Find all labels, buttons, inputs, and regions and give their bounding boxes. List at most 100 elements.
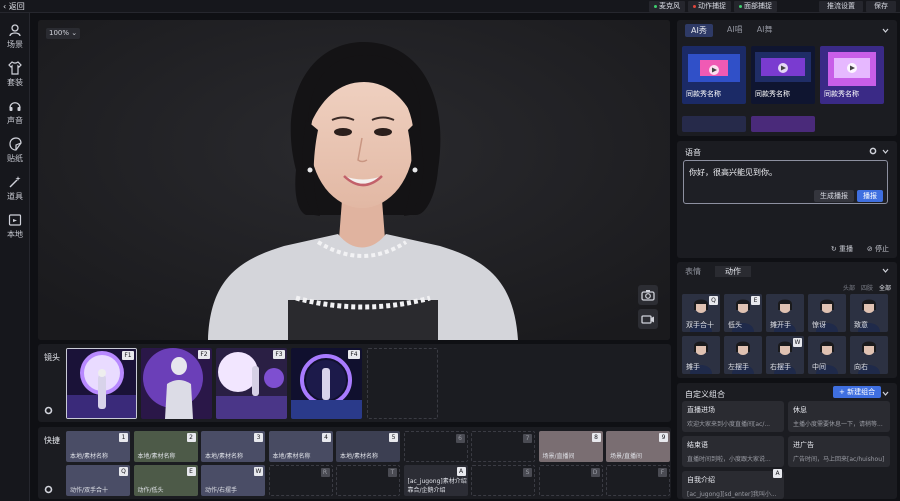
combo-item[interactable]: 进广告 广告时间，马上回来[ac/huishou] <box>788 436 890 467</box>
hotkey-badge: W <box>793 338 802 347</box>
nav-item-local[interactable]: 本地 <box>0 209 30 243</box>
lens-title: 镜头 <box>44 353 60 362</box>
shortcut-cell-label: 场景/直播间 <box>542 453 575 460</box>
shortcut-cell[interactable]: D <box>538 465 603 496</box>
zoom-select[interactable]: 100% ⌄ <box>46 28 81 39</box>
shortcut-cell[interactable]: R <box>268 465 333 496</box>
new-combo-button[interactable]: + 新建组合 <box>833 386 882 398</box>
shortcut-cell[interactable]: 6 <box>403 431 468 462</box>
replay-button[interactable]: ↻ 重播 <box>831 244 853 254</box>
action-item[interactable]: 致意 <box>850 294 888 332</box>
combo-item[interactable]: 休息 主播小度需要休息一下，请稍等... <box>788 401 890 432</box>
combo-item[interactable]: 自我介绍 [ac_jugong][sd_enter]我叫小... A <box>682 469 784 499</box>
action-item[interactable]: 中间 <box>808 336 846 374</box>
shortcut-cell[interactable]: 2 本地/素材名称 <box>133 431 198 462</box>
hotkey-badge: 4 <box>321 433 331 442</box>
shortcut-cell[interactable]: T <box>336 465 400 496</box>
nav-item-props[interactable]: 道具 <box>0 171 30 205</box>
shortcut-cell[interactable]: 3 本地/素材名称 <box>201 431 265 462</box>
tab-ai-show[interactable]: AI秀 <box>685 24 713 37</box>
ai-show-card[interactable]: 同款秀名称 <box>751 46 815 104</box>
filter-all[interactable]: 全部 <box>879 283 891 292</box>
lens-cell-f1[interactable]: F1 <box>66 348 137 419</box>
action-label: 低头 <box>728 321 742 329</box>
action-item[interactable]: 右摆手 W <box>766 336 804 374</box>
nav-item-scene[interactable]: 场景 <box>0 19 30 53</box>
tab-ai-sing[interactable]: AI唱 <box>727 24 743 37</box>
action-item[interactable]: 左摆手 <box>724 336 762 374</box>
chevron-down-icon[interactable] <box>882 148 889 155</box>
gear-icon[interactable] <box>44 485 53 494</box>
tab-ai-dance[interactable]: AI舞 <box>757 24 773 37</box>
lens-cell-f3[interactable]: F3 <box>216 348 287 419</box>
nav-item-outfit[interactable]: 套装 <box>0 57 30 91</box>
shortcut-cell[interactable]: F <box>606 465 670 496</box>
chevron-down-icon[interactable] <box>882 27 889 34</box>
back-button[interactable]: ‹ 返回 <box>3 0 25 13</box>
lens-cell-empty[interactable] <box>367 348 438 419</box>
shortcut-cell[interactable]: 7 <box>471 431 535 462</box>
stream-settings-button[interactable]: 推流设置 <box>819 1 863 12</box>
chevron-down-icon[interactable] <box>882 390 889 397</box>
combo-title: 自定义组合 <box>685 390 725 399</box>
combo-item-desc: 欢迎大家来到小度直播间[ac/... <box>687 421 771 428</box>
stop-button[interactable]: ⊘ 停止 <box>867 244 889 254</box>
generate-broadcast-button[interactable]: 生成播报 <box>814 190 854 202</box>
ai-show-card[interactable] <box>751 116 815 132</box>
hotkey-badge: 8 <box>591 433 601 442</box>
lens-cell-f4[interactable]: F4 <box>291 348 362 419</box>
shortcut-cell[interactable]: 4 本地/素材名称 <box>268 431 333 462</box>
stream-settings-label: 推流设置 <box>827 2 855 10</box>
top-controls: 麦克风 动作捕捉 面部捕捉 推流设置 保存 <box>649 0 900 13</box>
motion-capture-toggle[interactable]: 动作捕捉 <box>688 1 731 12</box>
video-camera-icon <box>641 315 654 324</box>
nav-item-voice[interactable]: 声音 <box>0 95 30 129</box>
action-item[interactable]: 双手合十 Q <box>682 294 720 332</box>
shortcut-cell[interactable]: W 动作/右摆手 <box>201 465 265 496</box>
action-label: 致意 <box>854 321 868 329</box>
hotkey-badge: F <box>658 468 667 477</box>
shortcut-cell[interactable]: 5 本地/素材名称 <box>336 431 400 462</box>
lens-cell-f2[interactable]: F2 <box>141 348 212 419</box>
camera-icon <box>641 290 655 301</box>
shortcut-cell[interactable]: E 动作/低头 <box>133 465 198 496</box>
ai-panel: AI秀 AI唱 AI舞 同款秀名称 同款秀名称 同款秀名称 <box>677 20 897 136</box>
tab-expression[interactable]: 表情 <box>685 266 701 277</box>
shortcut-cell[interactable]: Q 动作/双手合十 <box>66 465 130 496</box>
gear-icon[interactable] <box>869 147 877 155</box>
filter-head[interactable]: 头部 <box>843 283 855 292</box>
ai-show-card[interactable] <box>682 116 746 132</box>
gear-icon[interactable] <box>44 406 53 415</box>
tab-action[interactable]: 动作 <box>715 266 751 277</box>
ai-show-card[interactable]: 同款秀名称 <box>682 46 746 104</box>
hotkey-badge: Q <box>709 296 718 305</box>
combo-item[interactable]: 直播进场 欢迎大家来到小度直播间[ac/... <box>682 401 784 432</box>
record-button[interactable] <box>638 309 658 329</box>
shortcut-cell[interactable]: 8 场景/直播间 <box>538 431 603 462</box>
save-button[interactable]: 保存 <box>866 1 896 12</box>
action-item[interactable]: 摊手 <box>682 336 720 374</box>
ai-show-card[interactable]: 同款秀名称 <box>820 46 884 104</box>
voice-text-input[interactable]: 你好，很高兴能见到你。 生成播报 播报 <box>683 160 888 204</box>
hotkey-badge: 7 <box>523 434 532 443</box>
chevron-down-icon[interactable] <box>882 267 889 274</box>
nav-item-sticker[interactable]: 贴纸 <box>0 133 30 167</box>
action-item[interactable]: 惊讶 <box>808 294 846 332</box>
mic-toggle[interactable]: 麦克风 <box>649 1 685 12</box>
action-item[interactable]: 摊开手 <box>766 294 804 332</box>
status-dot-icon <box>654 5 657 8</box>
filter-limbs[interactable]: 四肢 <box>861 283 873 292</box>
screenshot-button[interactable] <box>638 285 658 305</box>
shortcut-cell[interactable]: 1 本地/素材名称 <box>66 431 130 462</box>
action-item[interactable]: 向右 <box>850 336 888 374</box>
shortcut-cell[interactable]: 9 场景/直播间 <box>606 431 670 462</box>
face-capture-toggle[interactable]: 面部捕捉 <box>734 1 777 12</box>
voice-panel: 语音 你好，很高兴能见到你。 生成播报 播报 ↻ 重播 ⊘ 停止 <box>677 141 897 258</box>
shortcut-cell[interactable]: A [ac_jugong]素材介绍 靠合/企鹅介绍 <box>403 465 468 496</box>
action-item[interactable]: 低头 E <box>724 294 762 332</box>
shortcut-cell-label: 本地/素材名称 <box>340 453 379 460</box>
stop-label: 停止 <box>875 245 889 253</box>
combo-item[interactable]: 结束语 直播时间到啦，小度跟大家说... <box>682 436 784 467</box>
shortcut-cell[interactable]: S <box>471 465 535 496</box>
broadcast-button[interactable]: 播报 <box>857 190 883 202</box>
